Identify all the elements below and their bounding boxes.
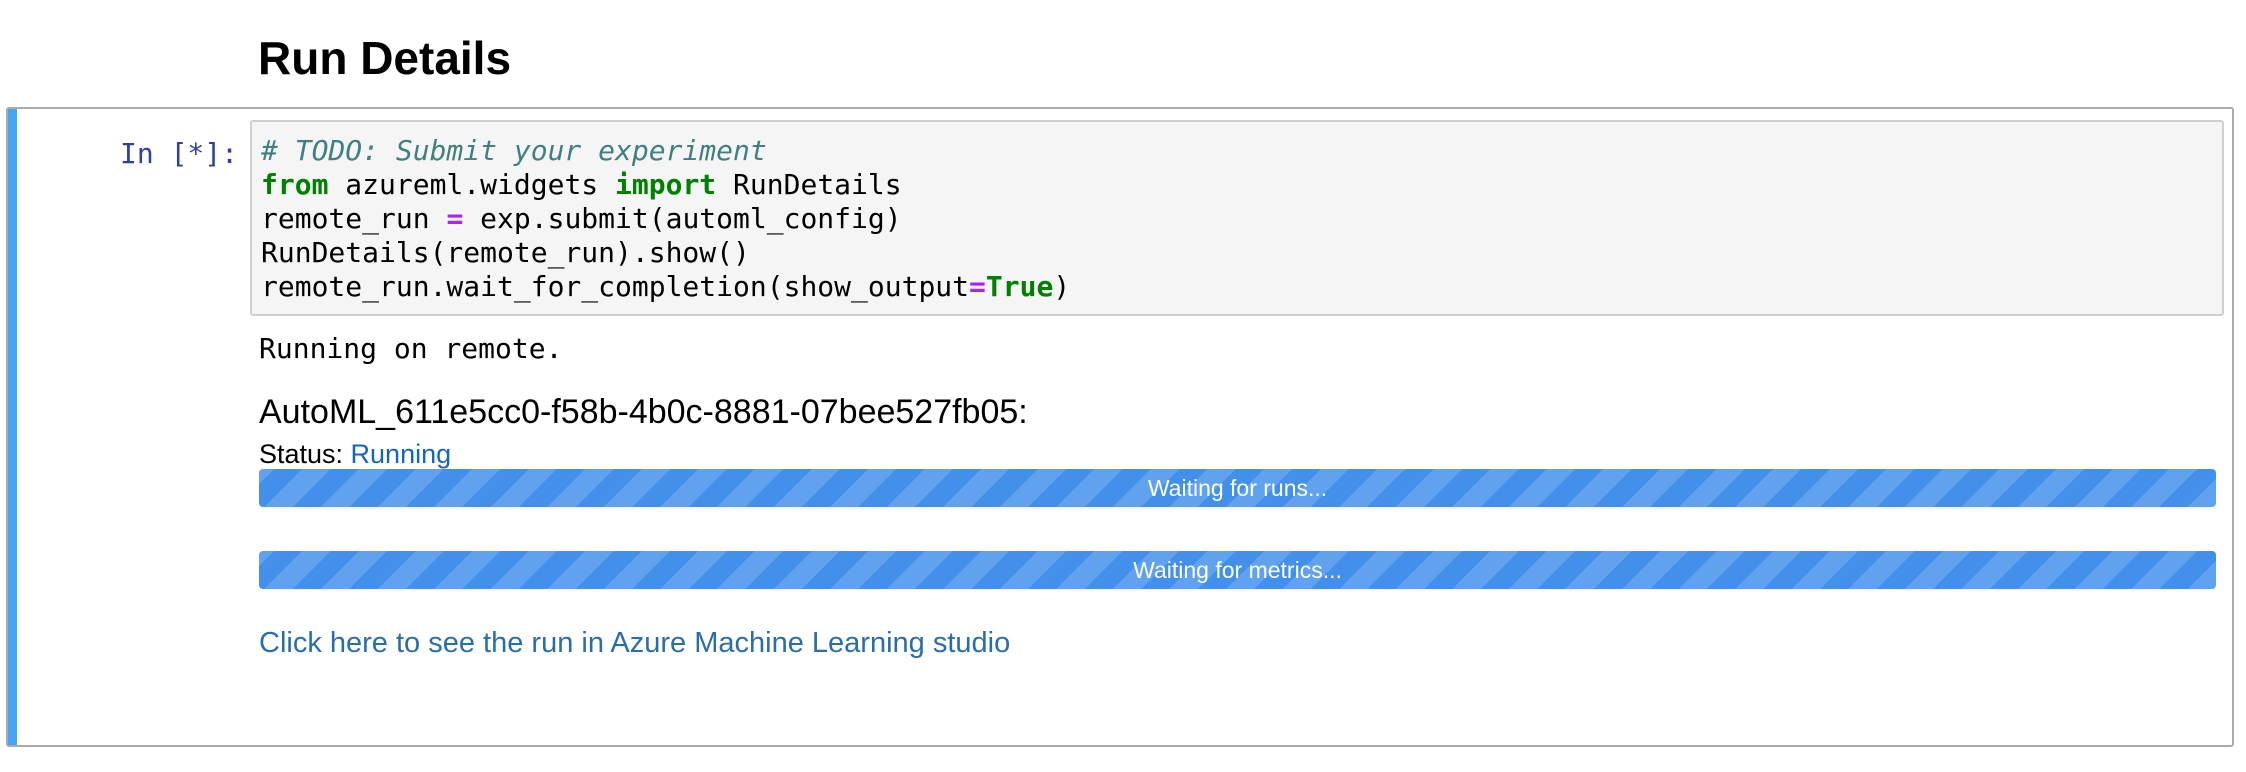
code-token-plain: remote_run	[261, 202, 447, 235]
code-token-plain: exp.submit(automl_config)	[463, 202, 902, 235]
section-heading: Run Details	[258, 32, 512, 84]
azure-ml-studio-link[interactable]: Click here to see the run in Azure Machi…	[259, 623, 1010, 663]
code-token-plain: )	[1053, 270, 1071, 303]
runs-progress-bar: Waiting for runs...	[259, 469, 2216, 507]
runs-progress-label: Waiting for runs...	[1147, 475, 1328, 501]
run-status: Status: Running	[259, 434, 451, 474]
input-prompt: In [*]:	[120, 137, 239, 170]
code-line: # TODO: Submit your experiment	[261, 134, 1070, 168]
status-label: Status:	[259, 439, 351, 469]
output-stdout: Running on remote.	[259, 332, 563, 365]
notebook-cell[interactable]: In [*]: # TODO: Submit your experiment fr…	[6, 107, 2234, 747]
metrics-progress-bar: Waiting for metrics...	[259, 551, 2216, 589]
status-value: Running	[350, 439, 452, 469]
code-token-operator: =	[446, 202, 464, 235]
code-line: remote_run = exp.submit(automl_config)	[261, 202, 1070, 236]
code-content[interactable]: # TODO: Submit your experiment from azure…	[261, 134, 1070, 304]
code-token-keyword: True	[985, 270, 1054, 303]
code-line: RunDetails(remote_run).show()	[261, 236, 1070, 270]
run-id-title: AutoML_611e5cc0-f58b-4b0c-8881-07bee527f…	[259, 393, 1028, 431]
metrics-progress-label: Waiting for metrics...	[1133, 557, 1342, 583]
code-editor[interactable]: # TODO: Submit your experiment from azure…	[250, 120, 2224, 316]
code-token-keyword: from	[261, 168, 329, 201]
code-token-plain: remote_run.wait_for_completion(show_outp…	[261, 270, 970, 303]
code-token-operator: =	[969, 270, 986, 303]
code-line: from azureml.widgets import RunDetails	[261, 168, 1070, 202]
code-token-plain: RunDetails(remote_run).show()	[261, 236, 750, 269]
code-token-plain: RunDetails	[716, 168, 902, 201]
code-token-keyword: import	[615, 168, 717, 201]
cell-selection-bar	[8, 109, 17, 745]
code-token-comment: # TODO: Submit your experiment	[261, 134, 767, 167]
code-line: remote_run.wait_for_completion(show_outp…	[261, 270, 1070, 304]
code-token-plain: azureml.widgets	[328, 168, 616, 201]
